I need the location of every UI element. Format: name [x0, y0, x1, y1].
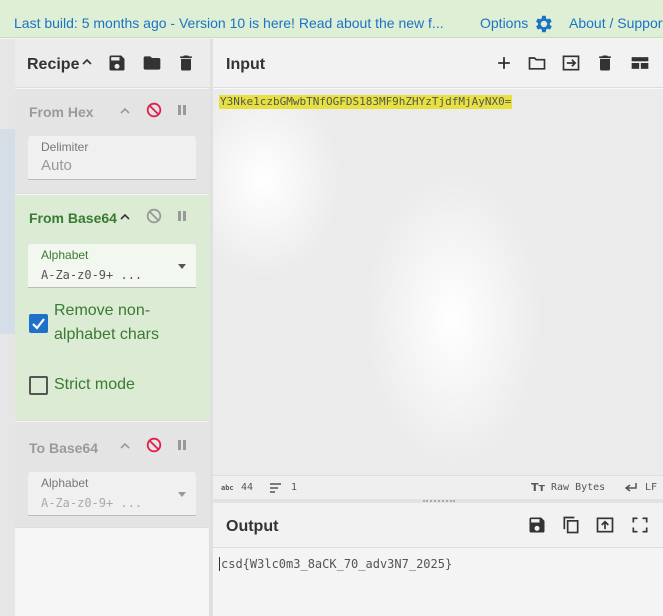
alphabet-value: A-Za-z0-9+ ... [41, 496, 143, 510]
chevron-up-icon[interactable] [81, 56, 93, 68]
plus-icon[interactable] [494, 53, 514, 73]
recipe-header: Recipe [15, 39, 210, 88]
recipe-title: Recipe [27, 56, 80, 73]
operations-panel-edge [0, 39, 15, 616]
top-banner: Last build: 5 months ago - Version 10 is… [0, 0, 663, 38]
pause-icon[interactable] [175, 209, 189, 223]
operation-from-base64[interactable]: From Base64 Alphabet A-Za-z0-9+ ... Remo… [15, 195, 210, 421]
pause-icon[interactable] [175, 438, 189, 452]
open-folder-icon[interactable] [527, 53, 547, 73]
alphabet-dropdown[interactable]: Alphabet A-Za-z0-9+ ... [28, 472, 196, 516]
operation-title: From Base64 [29, 210, 117, 226]
input-title: Input [226, 56, 266, 73]
strict-mode-checkbox[interactable] [29, 376, 48, 395]
folder-icon[interactable] [142, 53, 162, 73]
character-count: 44 [241, 482, 254, 493]
fullscreen-icon[interactable] [630, 515, 650, 535]
disable-icon[interactable] [146, 437, 162, 453]
output-text[interactable]: csd{W3lc0m3_8aCK_70_adv3N7_2025} [219, 557, 452, 571]
dropdown-arrow-icon [178, 264, 186, 269]
alphabet-label: Alphabet [41, 248, 89, 262]
input-status-bar: abc 44 1 Tт Raw Bytes LF [213, 475, 663, 499]
trash-icon[interactable] [176, 53, 196, 73]
pause-icon[interactable] [175, 103, 189, 117]
gear-icon[interactable] [532, 13, 554, 35]
input-editor[interactable] [213, 89, 663, 475]
output-pane: Output csd{W3lc0m3_8aCK_70_adv3N7_2025} [213, 503, 663, 616]
remove-non-alphabet-label-line2: alphabet chars [54, 326, 159, 343]
lines-icon [270, 483, 281, 493]
operation-title: To Base64 [29, 440, 98, 456]
layout-icon[interactable] [630, 53, 650, 73]
alphabet-value: A-Za-z0-9+ ... [41, 268, 143, 282]
character-count-icon: abc [221, 484, 234, 492]
remove-non-alphabet-label-line1: Remove non- [54, 302, 151, 319]
input-pane: Input Y3Nke1czbGMwbTNfOGFDS183MF9hZHYzTj… [213, 39, 663, 499]
encoding-selector[interactable]: Raw Bytes [551, 482, 605, 493]
alphabet-label: Alphabet [41, 476, 89, 490]
checkmark-icon [32, 318, 45, 330]
copy-icon[interactable] [561, 515, 581, 535]
output-title: Output [226, 518, 279, 535]
chevron-up-icon[interactable] [118, 439, 132, 453]
disable-icon[interactable] [146, 102, 162, 118]
strict-mode-label: Strict mode [54, 376, 135, 393]
replace-input-icon[interactable] [595, 515, 615, 535]
chevron-up-icon[interactable] [118, 210, 132, 224]
remove-non-alphabet-checkbox[interactable] [29, 314, 48, 333]
options-link[interactable]: Options [480, 15, 528, 31]
alphabet-dropdown[interactable]: Alphabet A-Za-z0-9+ ... [28, 244, 196, 288]
save-icon[interactable] [527, 515, 547, 535]
save-icon[interactable] [107, 53, 127, 73]
return-icon [624, 483, 637, 492]
operation-from-hex[interactable]: From Hex Delimiter Auto [15, 89, 210, 194]
output-header: Output [213, 503, 663, 548]
eol-selector[interactable]: LF [645, 482, 657, 493]
trash-icon[interactable] [595, 53, 615, 73]
delimiter-label: Delimiter [41, 140, 89, 154]
input-import-icon[interactable] [561, 53, 581, 73]
operation-title: From Hex [29, 104, 94, 120]
operation-to-base64[interactable]: To Base64 Alphabet A-Za-z0-9+ ... [15, 422, 210, 528]
text-format-icon: Tт [531, 481, 545, 494]
chevron-up-icon[interactable] [118, 104, 132, 118]
input-text[interactable]: Y3Nke1czbGMwbTNfOGFDS183MF9hZHYzTjdfMjAy… [219, 95, 513, 109]
banner-message-link[interactable]: Last build: 5 months ago - Version 10 is… [14, 15, 444, 31]
input-header: Input [213, 39, 663, 88]
line-count: 1 [291, 482, 298, 493]
delimiter-field[interactable]: Delimiter Auto [28, 136, 196, 180]
disable-icon[interactable] [146, 208, 162, 224]
dropdown-arrow-icon [178, 492, 186, 497]
delimiter-value: Auto [41, 157, 72, 174]
recipe-panel: Recipe From Hex Delimiter Auto From Base… [15, 39, 210, 616]
about-support-link[interactable]: About / Support [569, 15, 663, 31]
